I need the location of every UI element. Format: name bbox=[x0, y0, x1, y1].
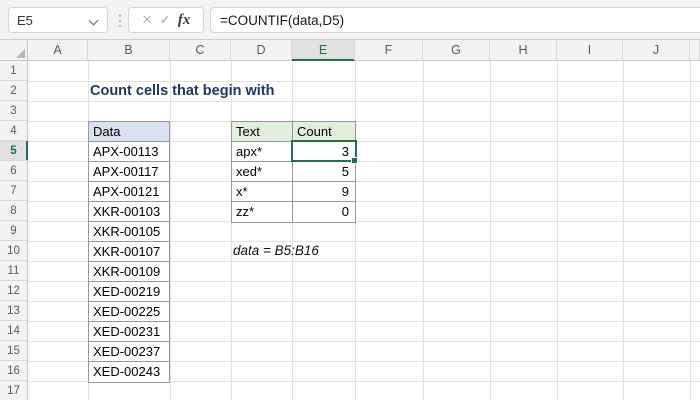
criteria-text-cell[interactable]: x* bbox=[232, 182, 293, 202]
criteria-text-cell[interactable]: zz* bbox=[232, 202, 293, 222]
name-box-input[interactable] bbox=[9, 8, 79, 32]
data-table-cell[interactable]: XED-00243 bbox=[89, 362, 169, 382]
column-header-H[interactable]: H bbox=[490, 40, 557, 61]
formula-input-box bbox=[210, 7, 700, 33]
row-header-2[interactable]: 2 bbox=[0, 81, 28, 101]
formula-bar: ⋮ ✕ ✓ fx bbox=[0, 0, 700, 40]
gridline bbox=[170, 61, 171, 400]
data-table-cell[interactable]: APX-00113 bbox=[89, 142, 169, 162]
column-header-B[interactable]: B bbox=[88, 40, 170, 61]
formula-buttons: ✕ ✓ fx bbox=[128, 7, 204, 33]
data-table-cell[interactable]: APX-00117 bbox=[89, 162, 169, 182]
gridline bbox=[490, 61, 491, 400]
row-header-6[interactable]: 6 bbox=[0, 161, 28, 181]
selected-column-underline bbox=[292, 58, 354, 61]
gridline bbox=[423, 61, 424, 400]
column-header-F[interactable]: F bbox=[355, 40, 423, 61]
row-header-16[interactable]: 16 bbox=[0, 361, 28, 381]
column-header-D[interactable]: D bbox=[231, 40, 292, 61]
criteria-header-text[interactable]: Text bbox=[232, 122, 293, 142]
row-header-11[interactable]: 11 bbox=[0, 261, 28, 281]
column-header-A[interactable]: A bbox=[28, 40, 88, 61]
column-header-J[interactable]: J bbox=[623, 40, 690, 61]
row-header-9[interactable]: 9 bbox=[0, 221, 28, 241]
gridline bbox=[231, 61, 232, 400]
row-header-3[interactable]: 3 bbox=[0, 101, 28, 121]
range-note: data = B5:B16 bbox=[233, 243, 319, 258]
data-table-cell[interactable]: XED-00225 bbox=[89, 302, 169, 322]
gridline bbox=[623, 61, 624, 400]
data-table-cell[interactable]: XED-00219 bbox=[89, 282, 169, 302]
data-table-cell[interactable]: XED-00237 bbox=[89, 342, 169, 362]
select-all-triangle-icon bbox=[16, 49, 25, 58]
select-all-corner[interactable] bbox=[0, 40, 28, 61]
gridline bbox=[557, 61, 558, 400]
name-box[interactable] bbox=[8, 7, 108, 33]
row-header-17[interactable]: 17 bbox=[0, 381, 28, 400]
column-header-I[interactable]: I bbox=[557, 40, 623, 61]
gridline bbox=[355, 61, 356, 400]
row-header-12[interactable]: 12 bbox=[0, 281, 28, 301]
row-header-14[interactable]: 14 bbox=[0, 321, 28, 341]
column-header-E[interactable]: E bbox=[292, 40, 355, 61]
row-header-1[interactable]: 1 bbox=[0, 61, 28, 81]
data-table-cell[interactable]: XKR-00105 bbox=[89, 222, 169, 242]
separator-dots-icon: ⋮ bbox=[113, 12, 127, 28]
column-header-filler bbox=[690, 40, 700, 61]
criteria-text-cell[interactable]: apx* bbox=[232, 142, 293, 162]
gridline bbox=[690, 61, 691, 400]
insert-function-icon[interactable]: fx bbox=[178, 12, 191, 29]
row-header-13[interactable]: 13 bbox=[0, 301, 28, 321]
row-header-15[interactable]: 15 bbox=[0, 341, 28, 361]
row-header-5[interactable]: 5 bbox=[0, 141, 28, 161]
cancel-icon[interactable]: ✕ bbox=[142, 12, 153, 28]
criteria-table: Text Count apx* 3 xed* 5 x* 9 zz* 0 bbox=[231, 121, 356, 223]
data-table-cell[interactable]: XED-00231 bbox=[89, 322, 169, 342]
gridline bbox=[28, 101, 700, 102]
data-table-cell[interactable]: XKR-00109 bbox=[89, 262, 169, 282]
selected-row-bar bbox=[25, 141, 28, 160]
criteria-header-count[interactable]: Count bbox=[293, 122, 355, 142]
criteria-text-cell[interactable]: xed* bbox=[232, 162, 293, 182]
excel-window: ⋮ ✕ ✓ fx ABCDEFGHIJ123456789101112131415… bbox=[0, 0, 700, 400]
enter-icon[interactable]: ✓ bbox=[160, 12, 171, 28]
row-header-8[interactable]: 8 bbox=[0, 201, 28, 221]
chevron-down-icon[interactable] bbox=[88, 15, 99, 26]
formula-input[interactable] bbox=[211, 8, 691, 32]
gridline bbox=[292, 61, 293, 400]
data-table-header-cell[interactable]: Data bbox=[89, 122, 169, 142]
data-table-cell[interactable]: APX-00121 bbox=[89, 182, 169, 202]
row-header-7[interactable]: 7 bbox=[0, 181, 28, 201]
criteria-count-cell[interactable]: 9 bbox=[293, 182, 355, 202]
selection-outline bbox=[291, 140, 357, 162]
criteria-count-cell[interactable]: 5 bbox=[293, 162, 355, 182]
criteria-count-cell[interactable]: 0 bbox=[293, 202, 355, 222]
data-table-cell[interactable]: XKR-00107 bbox=[89, 242, 169, 262]
sheet-title: Count cells that begin with bbox=[90, 83, 275, 99]
column-header-C[interactable]: C bbox=[170, 40, 231, 61]
data-table: Data APX-00113 APX-00117 APX-00121 XKR-00103… bbox=[88, 121, 170, 383]
data-table-cell[interactable]: XKR-00103 bbox=[89, 202, 169, 222]
row-header-4[interactable]: 4 bbox=[0, 121, 28, 141]
row-header-10[interactable]: 10 bbox=[0, 241, 28, 261]
column-header-G[interactable]: G bbox=[423, 40, 490, 61]
fill-handle[interactable] bbox=[351, 157, 358, 164]
